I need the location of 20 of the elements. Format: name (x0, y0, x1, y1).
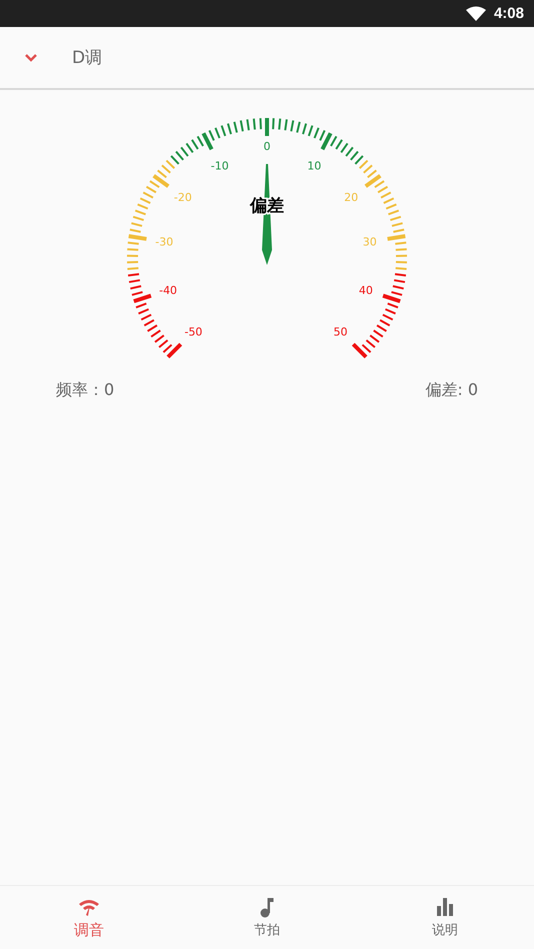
readout-text: 偏差: 0 (425, 380, 478, 401)
scale-label: 50 (334, 326, 348, 339)
readout-text: 频率：0 (56, 380, 114, 401)
status-time: 4:08 (494, 5, 524, 22)
scale-label: 0 (264, 140, 270, 153)
nav-tab[interactable]: 说明 (356, 886, 534, 949)
wifi-icon (466, 6, 486, 21)
scale-label: -30 (155, 236, 174, 249)
nav-tab[interactable]: 节拍 (178, 886, 356, 949)
scale-label: -20 (174, 190, 192, 204)
scale-label: 30 (362, 236, 377, 249)
scale-label: 10 (307, 159, 322, 172)
scale-label: -50 (184, 326, 202, 339)
caret-icon[interactable] (24, 52, 38, 62)
scale-label: 20 (344, 190, 358, 204)
key-title: D调 (72, 47, 102, 69)
scale-label: 40 (358, 284, 373, 298)
scale-label: -10 (210, 159, 229, 172)
scale-label: -40 (159, 284, 178, 298)
nav-tab[interactable]: 调音 (0, 886, 178, 949)
